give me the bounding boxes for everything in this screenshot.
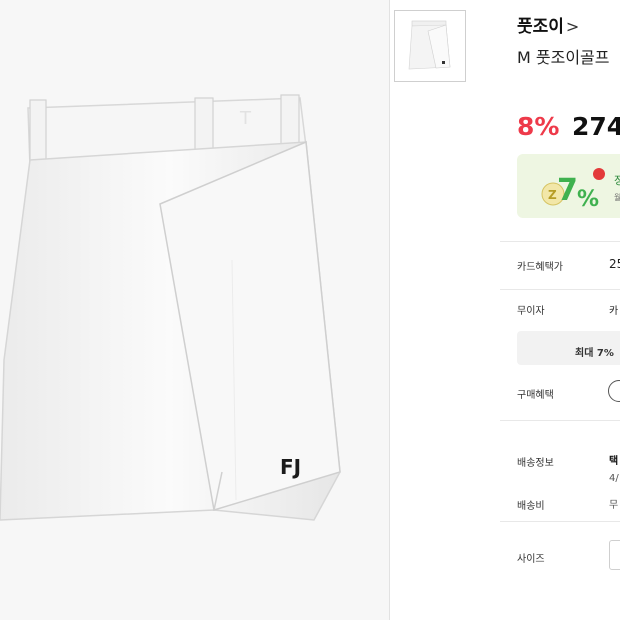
size-label: 사이즈: [517, 554, 545, 565]
interest-free-value: 카: [609, 306, 619, 317]
card-benefit-value: 25: [609, 257, 620, 271]
product-main-image[interactable]: T FJ: [0, 0, 390, 620]
svg-text:7: 7: [557, 173, 578, 208]
purchase-benefit-label: 구매혜택: [517, 390, 554, 401]
thumbnail-skirt-image: [408, 20, 451, 70]
svg-text:Z: Z: [548, 188, 557, 202]
waistband-emboss: T: [239, 108, 252, 129]
promo-banner-subtitle: 월: [614, 193, 620, 202]
shipping-date-value: 4/: [609, 473, 619, 484]
purchase-benefit-radio[interactable]: [608, 380, 620, 402]
vertical-divider: [389, 0, 390, 620]
skirt-illustration: T FJ: [0, 94, 341, 521]
chevron-right-icon: >: [565, 17, 580, 36]
product-title: M 풋조이골프: [517, 48, 610, 67]
product-thumbnail[interactable]: [394, 10, 466, 82]
row-divider: [500, 521, 620, 522]
svg-text:FJ: FJ: [280, 455, 301, 479]
shipping-info-value: 택: [609, 456, 619, 467]
discount-rate: 8%: [517, 112, 560, 141]
interest-free-label: 무이자: [517, 306, 545, 317]
fj-logo: FJ: [280, 455, 301, 479]
row-divider: [500, 289, 620, 290]
shipping-fee-value: 무: [609, 500, 619, 511]
sale-price: 274: [572, 112, 620, 141]
brand-link[interactable]: 풋조이 >: [517, 12, 579, 37]
promo-banner[interactable]: Z 7 %: [517, 154, 620, 218]
brand-name: 풋조이: [517, 17, 564, 37]
svg-text:%: %: [577, 187, 599, 212]
seven-percent-badge-icon: Z 7 %: [541, 168, 605, 212]
row-divider: [500, 420, 620, 421]
shipping-info-label: 배송정보: [517, 458, 554, 469]
max-discount-text: 최대 7%: [575, 348, 614, 359]
card-benefit-label: 카드혜택가: [517, 262, 563, 273]
promo-banner-title: 정: [614, 174, 620, 187]
size-select[interactable]: [609, 540, 620, 570]
shipping-fee-label: 배송비: [517, 501, 545, 512]
row-divider: [500, 241, 620, 242]
